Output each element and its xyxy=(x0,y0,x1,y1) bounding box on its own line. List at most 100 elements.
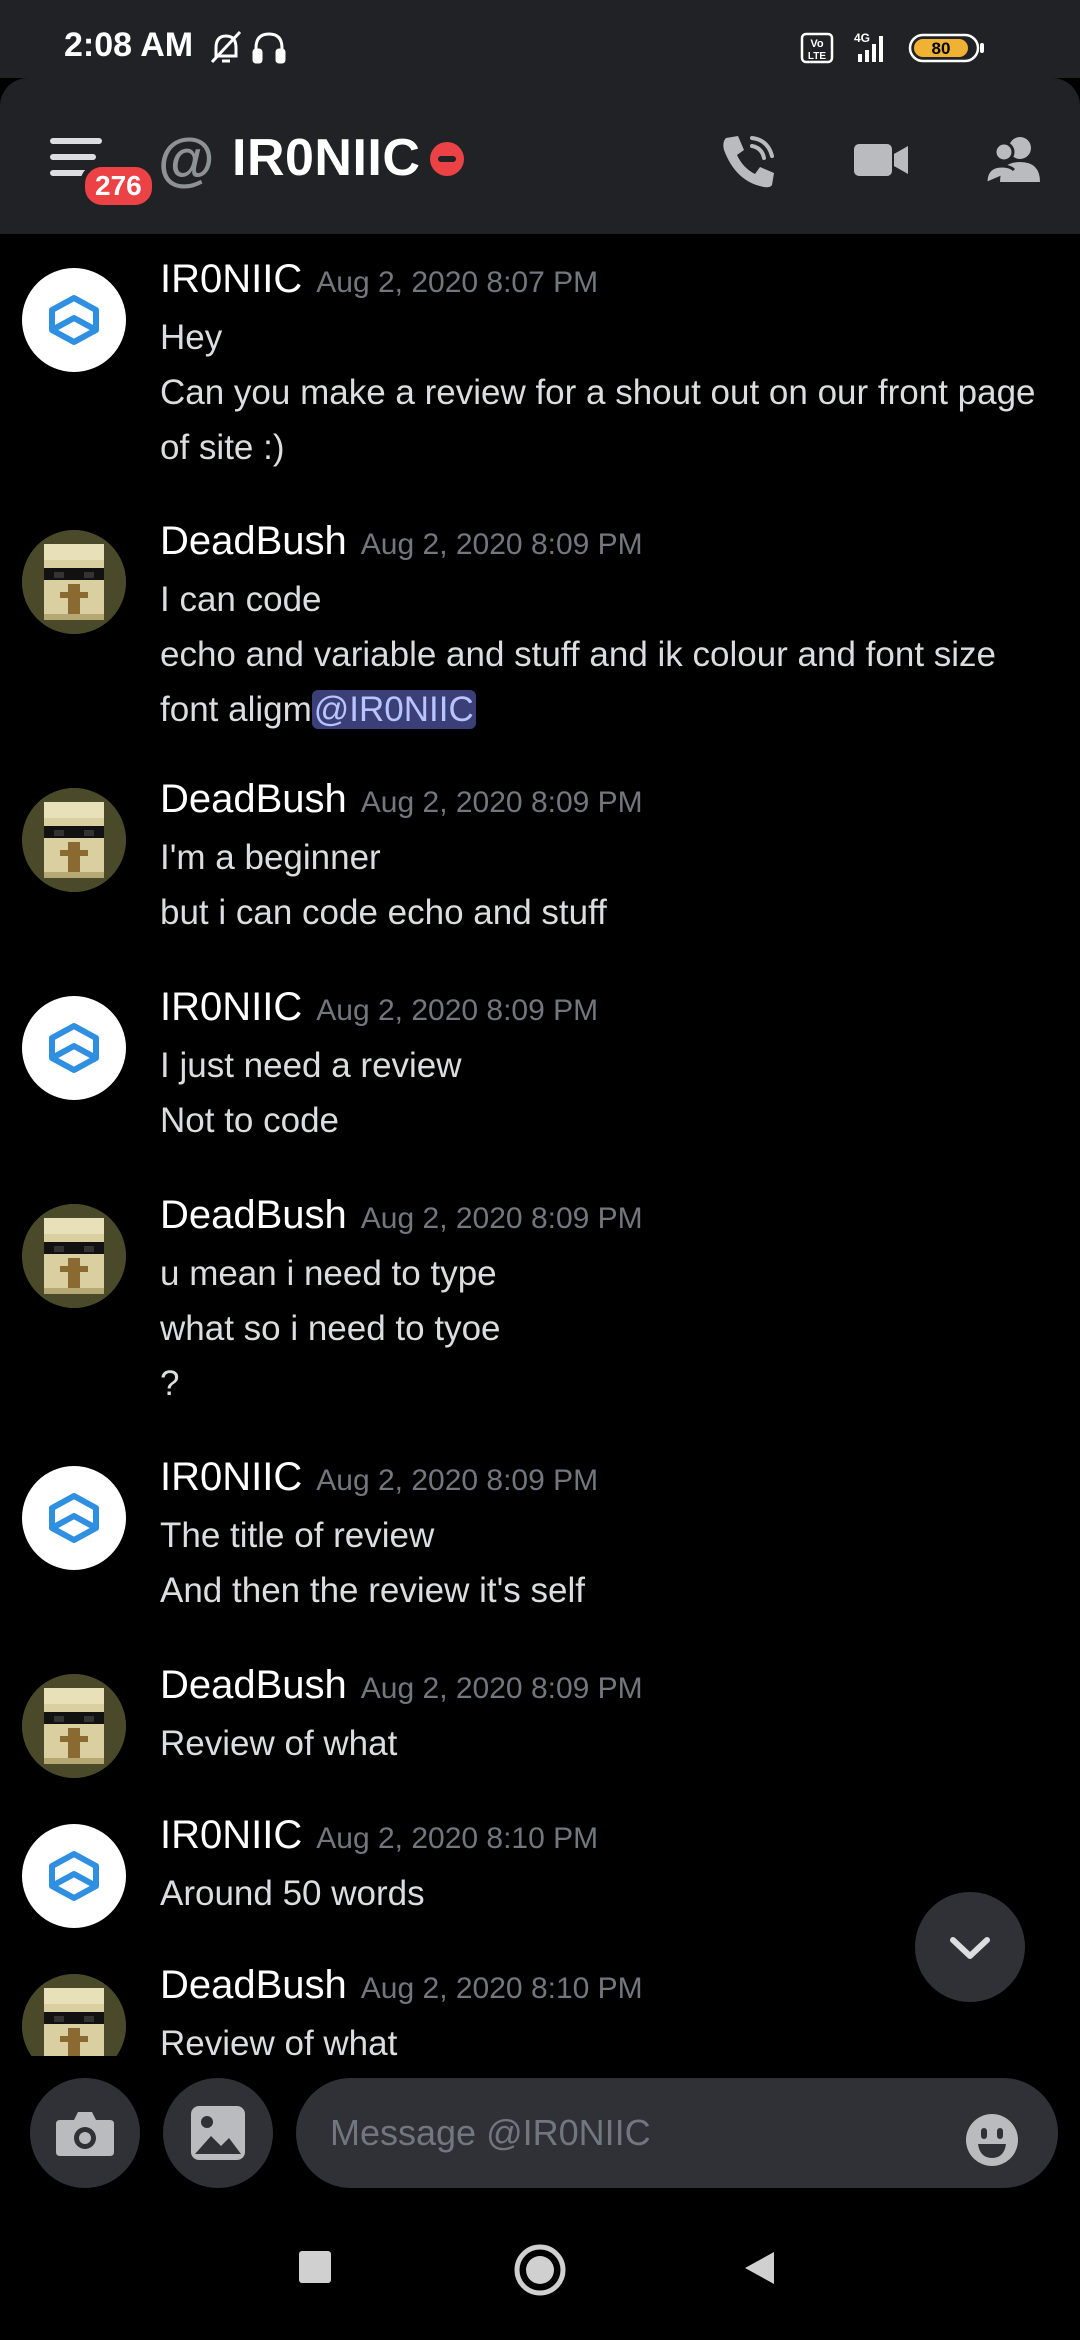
message-author[interactable]: DeadBush Aug 2, 2020 8:10 PM xyxy=(160,1960,643,2014)
video-call-icon xyxy=(854,144,908,176)
message-text: font aligm xyxy=(160,690,312,729)
svg-text:LTE: LTE xyxy=(808,51,826,62)
emoji-icon xyxy=(966,2114,1018,2166)
status-time: 2:08 AM xyxy=(64,26,194,64)
svg-text:4G: 4G xyxy=(854,31,870,45)
message-content: The title of review And then the review … xyxy=(160,1508,1060,1618)
message-author[interactable]: IR0NIIC Aug 2, 2020 8:09 PM xyxy=(160,1452,598,1506)
user-mention[interactable]: @IR0NIIC xyxy=(311,690,476,729)
message-line: but i can code echo and stuff xyxy=(160,893,607,932)
menu-icon xyxy=(50,138,102,144)
emoji-button[interactable] xyxy=(964,2112,1020,2168)
message-timestamp: Aug 2, 2020 8:09 PM xyxy=(360,786,643,819)
headphones-icon xyxy=(252,32,286,64)
voice-call-button[interactable] xyxy=(716,130,780,190)
volte-icon: Vo LTE xyxy=(800,32,834,64)
recents-button[interactable] xyxy=(298,2250,332,2289)
ironiic-logo-icon xyxy=(49,1023,99,1073)
gallery-button[interactable] xyxy=(163,2078,273,2188)
video-call-button[interactable] xyxy=(852,130,912,190)
avatar[interactable] xyxy=(22,1974,126,2056)
square-icon xyxy=(299,2251,331,2283)
status-left-icons xyxy=(210,30,290,71)
message-line: ? xyxy=(160,1364,180,1403)
message-author[interactable]: DeadBush Aug 2, 2020 8:09 PM xyxy=(160,1190,643,1244)
avatar[interactable] xyxy=(22,996,126,1100)
dm-title[interactable]: IR0NIIC xyxy=(232,128,420,188)
avatar[interactable] xyxy=(22,1824,126,1928)
home-button[interactable] xyxy=(514,2244,566,2301)
message-line: And then the review it's self xyxy=(160,1571,585,1610)
message-line: of site :) xyxy=(160,428,285,467)
jump-to-bottom-button[interactable] xyxy=(915,1892,1025,2002)
message-author[interactable]: DeadBush Aug 2, 2020 8:09 PM xyxy=(160,774,643,828)
message-line: font aligm@IR0NIIC xyxy=(160,682,1060,737)
message-author[interactable]: IR0NIIC Aug 2, 2020 8:10 PM xyxy=(160,1810,598,1864)
svg-text:Vo: Vo xyxy=(810,38,824,50)
system-nav-bar xyxy=(0,2206,1080,2340)
ironiic-logo-icon xyxy=(49,1851,99,1901)
message-author[interactable]: DeadBush Aug 2, 2020 8:09 PM xyxy=(160,516,643,570)
mute-bell-icon xyxy=(210,30,242,64)
ironiic-logo-icon xyxy=(49,1493,99,1543)
message-timestamp: Aug 2, 2020 8:07 PM xyxy=(316,266,599,299)
message-list[interactable]: IR0NIIC Aug 2, 2020 8:07 PM Hey Can you m… xyxy=(0,234,1080,2056)
message-line: I can code xyxy=(160,580,322,619)
back-triangle-icon xyxy=(745,2252,774,2284)
camera-icon xyxy=(56,2112,114,2156)
message-line: Not to code xyxy=(160,1101,339,1140)
message-content: I can code echo and variable and stuff a… xyxy=(160,572,1060,737)
message-line: I'm a beginner xyxy=(160,838,381,877)
notification-badge: 276 xyxy=(80,162,157,210)
message-input[interactable] xyxy=(296,2078,1058,2188)
message-content: u mean i need to type what so i need to … xyxy=(160,1246,1060,1411)
author-name[interactable]: DeadBush xyxy=(160,1663,347,1707)
author-name[interactable]: IR0NIIC xyxy=(160,1455,302,1499)
member-list-icon xyxy=(984,137,1040,183)
message-content: Review of what xyxy=(160,2016,1060,2056)
message-line: I just need a review xyxy=(160,1046,462,1085)
avatar[interactable] xyxy=(22,1204,126,1308)
author-name[interactable]: IR0NIIC xyxy=(160,985,302,1029)
author-name[interactable]: DeadBush xyxy=(160,519,347,563)
avatar[interactable] xyxy=(22,530,126,634)
at-icon: @ xyxy=(158,127,215,192)
message-line: The title of review xyxy=(160,1516,435,1555)
message-line: Can you make a review for a shout out on… xyxy=(160,373,1036,412)
message-content: I'm a beginner but i can code echo and s… xyxy=(160,830,1060,940)
message-line: Hey xyxy=(160,318,223,357)
chat-input-bar xyxy=(0,2056,1080,2206)
channel-header: 276 @ IR0NIIC xyxy=(0,78,1080,234)
message-timestamp: Aug 2, 2020 8:09 PM xyxy=(360,528,643,561)
message-line: what so i need to tyoe xyxy=(160,1309,501,1348)
image-icon xyxy=(191,2106,245,2160)
message-author[interactable]: IR0NIIC Aug 2, 2020 8:09 PM xyxy=(160,982,598,1036)
minecraft-avatar-icon xyxy=(22,530,126,634)
author-name[interactable]: DeadBush xyxy=(160,1963,347,2007)
battery-level: 80 xyxy=(932,39,951,58)
message-content: Hey Can you make a review for a shout ou… xyxy=(160,310,1060,475)
avatar[interactable] xyxy=(22,1466,126,1570)
minecraft-avatar-icon xyxy=(22,1204,126,1308)
message-timestamp: Aug 2, 2020 8:09 PM xyxy=(360,1202,643,1235)
author-name[interactable]: DeadBush xyxy=(160,1193,347,1237)
author-name[interactable]: DeadBush xyxy=(160,777,347,821)
message-timestamp: Aug 2, 2020 8:09 PM xyxy=(316,994,599,1027)
author-name[interactable]: IR0NIIC xyxy=(160,1813,302,1857)
member-list-button[interactable] xyxy=(984,130,1044,190)
minecraft-avatar-icon xyxy=(22,788,126,892)
message-author[interactable]: DeadBush Aug 2, 2020 8:09 PM xyxy=(160,1660,643,1714)
camera-button[interactable] xyxy=(30,2078,140,2188)
status-bar: 2:08 AM Vo LTE 4G 80 xyxy=(0,0,1080,78)
signal-icon: 4G xyxy=(854,31,883,62)
message-timestamp: Aug 2, 2020 8:09 PM xyxy=(360,1672,643,1705)
avatar[interactable] xyxy=(22,1674,126,1778)
dnd-status-icon xyxy=(430,142,464,176)
message-content: I just need a review Not to code xyxy=(160,1038,1060,1148)
avatar[interactable] xyxy=(22,788,126,892)
avatar[interactable] xyxy=(22,268,126,372)
message-timestamp: Aug 2, 2020 8:10 PM xyxy=(316,1822,599,1855)
message-author[interactable]: IR0NIIC Aug 2, 2020 8:07 PM xyxy=(160,254,598,308)
author-name[interactable]: IR0NIIC xyxy=(160,257,302,301)
back-button[interactable] xyxy=(742,2250,776,2291)
